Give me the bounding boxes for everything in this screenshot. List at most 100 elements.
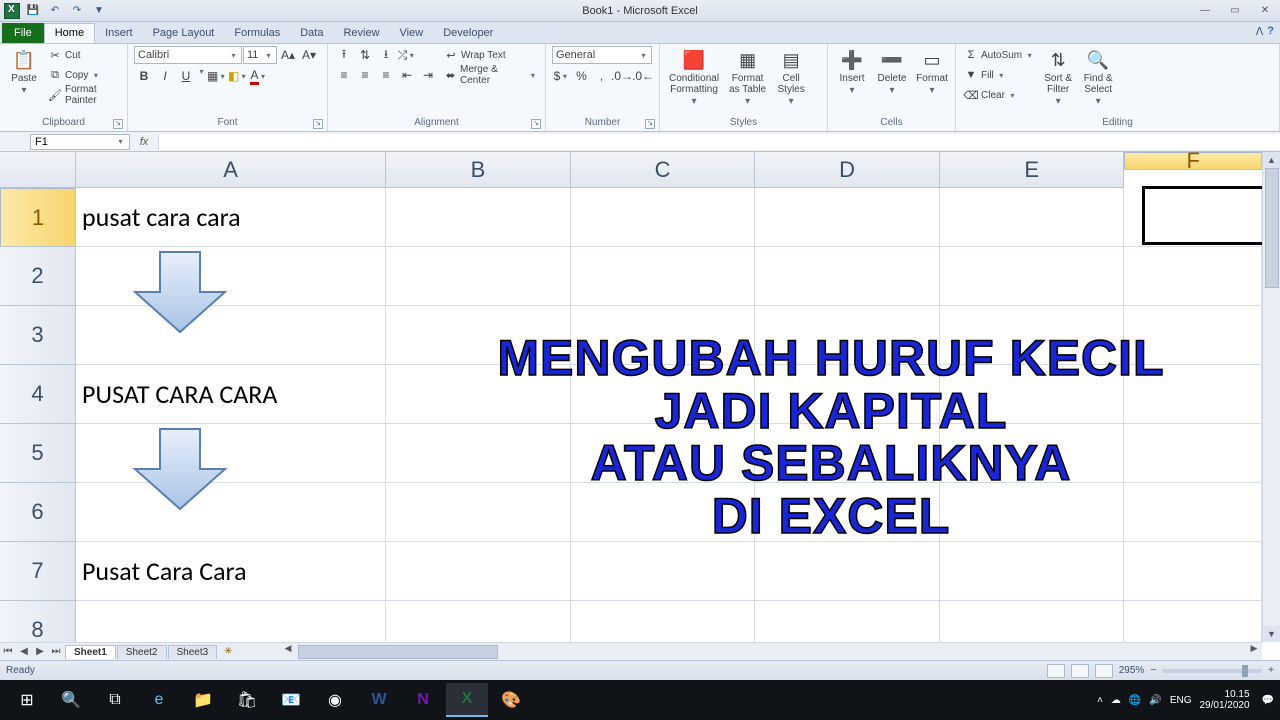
accounting-format-icon[interactable]: $▾ (552, 67, 571, 85)
select-all-corner[interactable] (0, 152, 76, 188)
copy-button[interactable]: ⧉Copy▾ (46, 66, 121, 84)
scroll-down-icon[interactable]: ▼ (1263, 626, 1280, 642)
tab-data[interactable]: Data (290, 23, 333, 43)
notifications-icon[interactable]: 💬 (1262, 695, 1274, 706)
cell-styles-button[interactable]: ▤Cell Styles▾ (773, 46, 809, 109)
start-button[interactable]: ⊞ (6, 683, 48, 717)
column-header-D[interactable]: D (755, 152, 940, 188)
qat-customize-icon[interactable]: ▼ (90, 3, 108, 19)
zoom-in-icon[interactable]: + (1268, 665, 1274, 676)
cell-B2[interactable] (386, 247, 571, 306)
cell-E1[interactable] (940, 188, 1125, 247)
sheet-nav-first-icon[interactable]: ⏮ (0, 646, 16, 657)
cell-A4[interactable]: PUSAT CARA CARA (76, 365, 386, 424)
column-header-B[interactable]: B (386, 152, 571, 188)
underline-dropdown-icon[interactable]: ▾ (197, 67, 206, 85)
cell-C1[interactable] (571, 188, 756, 247)
cell-D2[interactable] (755, 247, 940, 306)
task-view-icon[interactable]: ⧉ (94, 683, 136, 717)
search-icon[interactable]: 🔍 (50, 683, 92, 717)
redo-button[interactable]: ↷ (68, 3, 86, 19)
cell-C2[interactable] (571, 247, 756, 306)
tray-chevron-icon[interactable]: ˄ (1097, 695, 1103, 706)
cell-F1[interactable] (1124, 188, 1262, 247)
name-box[interactable]: F1▾ (30, 134, 130, 150)
cell-C7[interactable] (571, 542, 756, 601)
align-center-icon[interactable]: ≡ (355, 66, 375, 84)
sheet-tab-sheet1[interactable]: Sheet1 (65, 645, 116, 659)
font-size-select[interactable]: 11▾ (243, 46, 277, 64)
zoom-level[interactable]: 295% (1119, 665, 1145, 676)
sort-filter-button[interactable]: ⇅Sort & Filter▾ (1040, 46, 1076, 109)
close-button[interactable]: ✕ (1250, 0, 1280, 22)
increase-decimal-icon[interactable]: .0→ (612, 67, 632, 85)
formula-input[interactable] (158, 134, 1280, 150)
cell-A1[interactable]: pusat cara cara (76, 188, 386, 247)
tab-view[interactable]: View (390, 23, 434, 43)
decrease-font-icon[interactable]: A▾ (299, 46, 319, 64)
tray-clock[interactable]: 10.15 29/01/2020 (1199, 689, 1253, 711)
format-painter-button[interactable]: 🖌Format Painter (46, 86, 121, 104)
row-header-7[interactable]: 7 (0, 542, 76, 601)
sheet-nav-next-icon[interactable]: ▶ (32, 646, 48, 657)
cell-F2[interactable] (1124, 247, 1262, 306)
cell-A3[interactable] (76, 306, 386, 365)
cell-A2[interactable] (76, 247, 386, 306)
file-explorer-icon[interactable]: 📁 (182, 683, 224, 717)
align-middle-icon[interactable]: ⇅ (355, 46, 375, 64)
align-top-icon[interactable]: ⭱ (334, 46, 354, 64)
scroll-right-icon[interactable]: ▶ (1246, 643, 1262, 660)
cell-A7[interactable]: Pusat Cara Cara (76, 542, 386, 601)
excel-taskbar-icon[interactable]: X (446, 683, 488, 717)
underline-button[interactable]: U (176, 67, 196, 85)
align-right-icon[interactable]: ≡ (376, 66, 396, 84)
cell-E2[interactable] (940, 247, 1125, 306)
tab-review[interactable]: Review (333, 23, 389, 43)
save-button[interactable]: 💾 (24, 3, 42, 19)
app-icon[interactable]: 📧 (270, 683, 312, 717)
paint-icon[interactable]: 🎨 (490, 683, 532, 717)
sheet-tab-sheet2[interactable]: Sheet2 (117, 645, 167, 659)
format-button[interactable]: ▭Format▾ (914, 46, 950, 98)
bold-button[interactable]: B (134, 67, 154, 85)
paste-button[interactable]: 📋 Paste▾ (6, 46, 42, 98)
row-header-3[interactable]: 3 (0, 306, 76, 365)
conditional-formatting-button[interactable]: 🟥Conditional Formatting▾ (666, 46, 722, 109)
number-launcher-icon[interactable]: ↘ (645, 119, 655, 129)
undo-button[interactable]: ↶ (46, 3, 64, 19)
tray-volume-icon[interactable]: 🔊 (1149, 695, 1161, 706)
merge-center-button[interactable]: ⬌Merge & Center▾ (442, 66, 539, 84)
row-header-5[interactable]: 5 (0, 424, 76, 483)
decrease-decimal-icon[interactable]: .0← (633, 67, 653, 85)
align-left-icon[interactable]: ≡ (334, 66, 354, 84)
page-layout-view-icon[interactable] (1071, 664, 1089, 678)
cell-A6[interactable] (76, 483, 386, 542)
format-as-table-button[interactable]: ▦Format as Table▾ (726, 46, 769, 109)
column-header-A[interactable]: A (76, 152, 386, 188)
minimize-ribbon-icon[interactable]: ᐱ (1256, 25, 1264, 38)
clipboard-launcher-icon[interactable]: ↘ (113, 119, 123, 129)
word-icon[interactable]: W (358, 683, 400, 717)
column-header-E[interactable]: E (940, 152, 1125, 188)
vertical-scrollbar[interactable]: ▲ ▼ (1262, 152, 1280, 642)
help-icon[interactable]: ? (1267, 25, 1274, 38)
align-bottom-icon[interactable]: ⭳ (376, 46, 396, 64)
zoom-out-icon[interactable]: − (1150, 665, 1156, 676)
number-format-select[interactable]: General▾ (552, 46, 652, 64)
fill-button[interactable]: ▼Fill▾ (962, 66, 1036, 84)
tab-insert[interactable]: Insert (95, 23, 143, 43)
cell-D7[interactable] (755, 542, 940, 601)
scroll-left-icon[interactable]: ◀ (280, 643, 296, 660)
edge-icon[interactable]: e (138, 683, 180, 717)
cell-E7[interactable] (940, 542, 1125, 601)
cell-B7[interactable] (386, 542, 571, 601)
row-header-6[interactable]: 6 (0, 483, 76, 542)
borders-button[interactable]: ▦▾ (207, 67, 227, 85)
horizontal-scrollbar[interactable]: ◀ ▶ (280, 642, 1262, 660)
wrap-text-button[interactable]: ↩Wrap Text (442, 46, 539, 64)
increase-font-icon[interactable]: A▴ (278, 46, 298, 64)
increase-indent-icon[interactable]: ⇥ (418, 66, 438, 84)
percent-format-icon[interactable]: % (572, 67, 591, 85)
font-name-select[interactable]: Calibri▾ (134, 46, 242, 64)
sheet-nav-last-icon[interactable]: ⏭ (48, 646, 64, 657)
